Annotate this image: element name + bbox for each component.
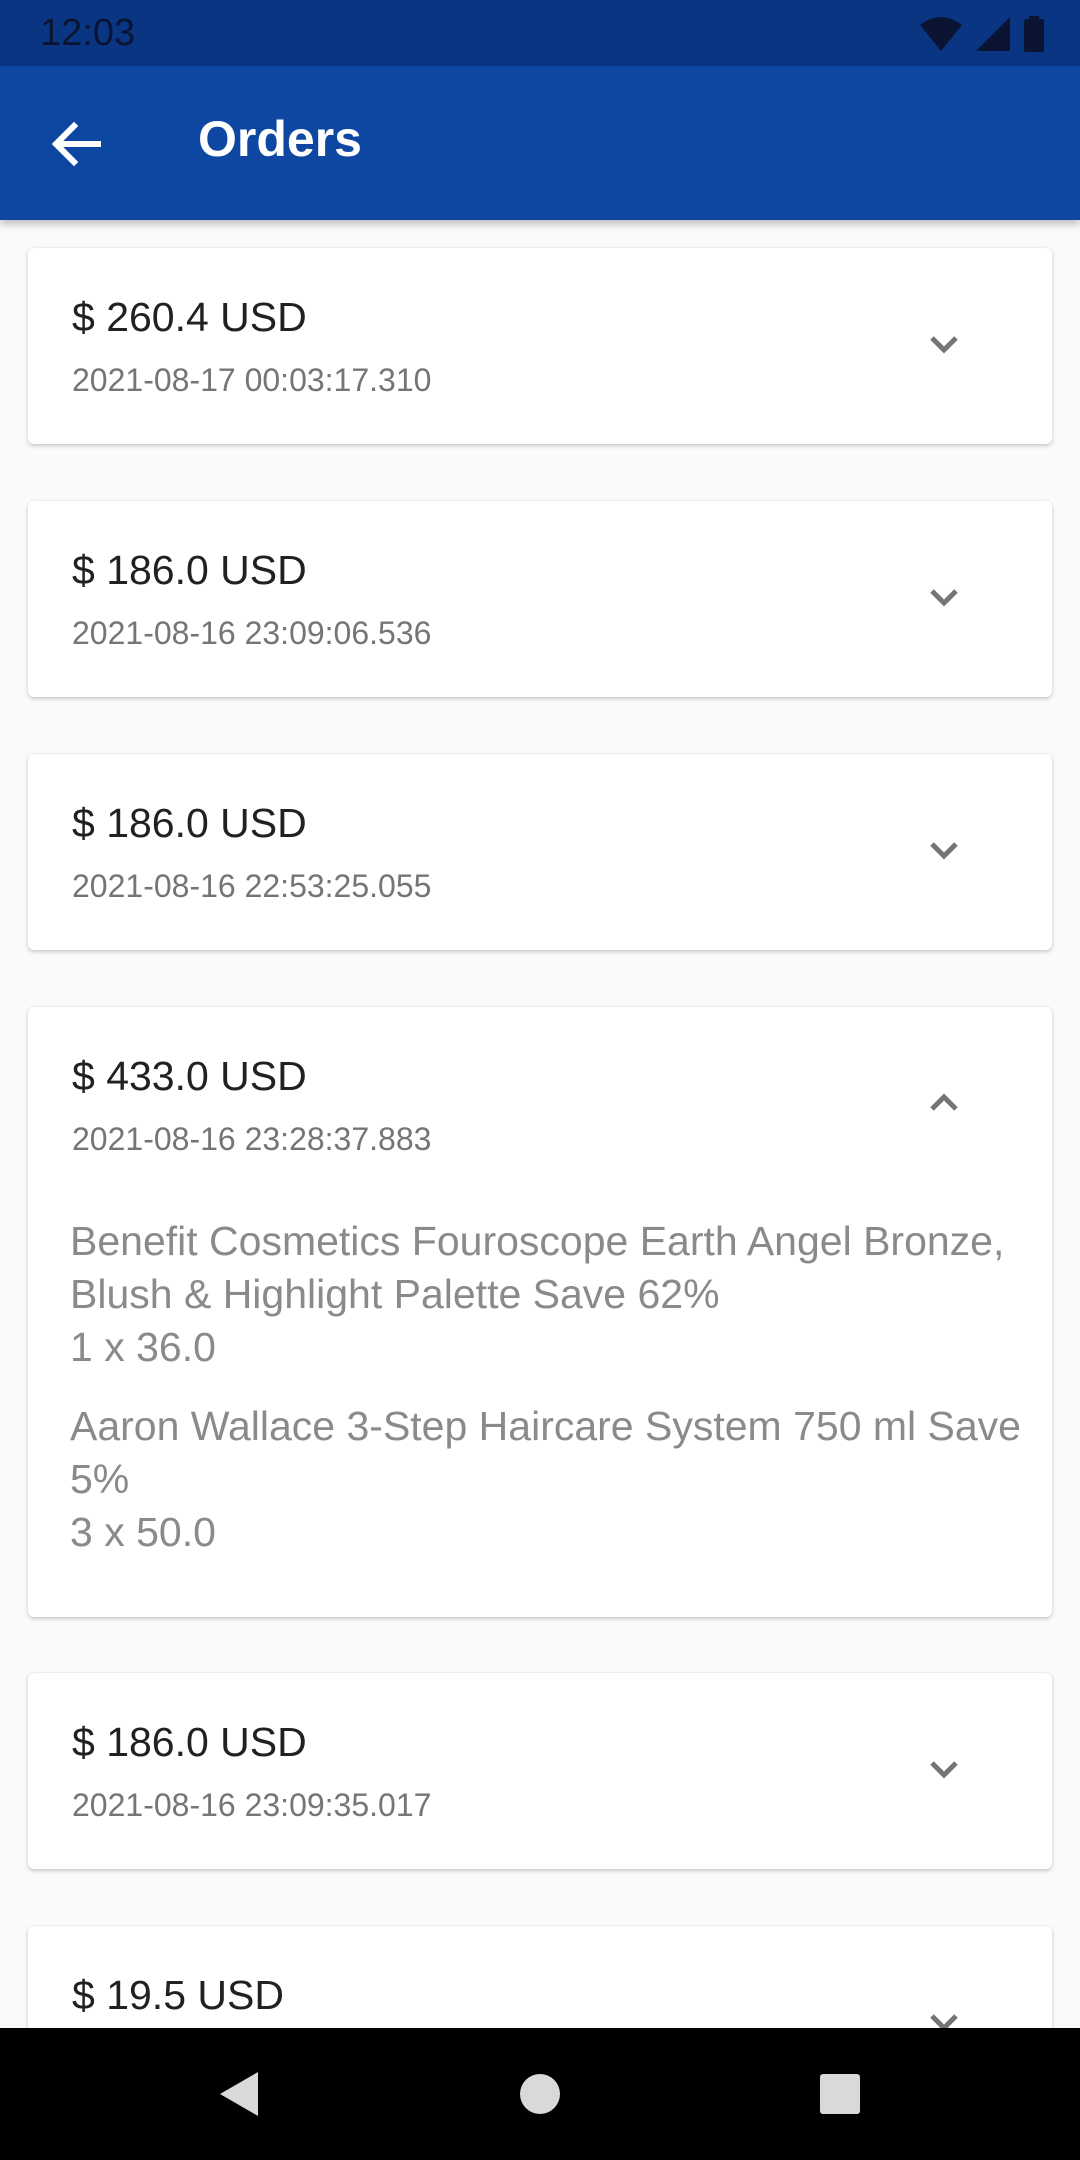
order-item: Benefit Cosmetics Fouroscope Earth Angel… <box>70 1215 1030 1374</box>
order-items[interactable]: Benefit Cosmetics Fouroscope Earth Angel… <box>70 1215 1030 1585</box>
status-icons <box>920 14 1044 54</box>
order-card[interactable]: $ 19.5 USD <box>28 1926 1052 2028</box>
order-date: 2021-08-16 23:09:35.017 <box>72 1787 432 1823</box>
order-date: 2021-08-16 23:09:06.536 <box>72 615 432 651</box>
chevron-down-icon[interactable] <box>920 320 968 368</box>
chevron-down-icon[interactable] <box>920 1998 968 2028</box>
orders-list[interactable]: $ 260.4 USD 2021-08-17 00:03:17.310 $ 18… <box>0 220 1080 2028</box>
system-nav-bar <box>0 2028 1080 2160</box>
chevron-down-icon[interactable] <box>920 1745 968 1793</box>
status-time: 12:03 <box>40 12 136 54</box>
order-card[interactable]: $ 186.0 USD 2021-08-16 23:09:35.017 <box>28 1673 1052 1869</box>
chevron-up-icon[interactable] <box>920 1079 968 1127</box>
status-bar: 12:03 <box>0 0 1080 66</box>
order-date: 2021-08-16 22:53:25.055 <box>72 868 432 904</box>
order-price: $ 186.0 USD <box>72 800 307 846</box>
wifi-icon <box>920 17 962 51</box>
order-price: $ 186.0 USD <box>72 547 307 593</box>
item-name: Benefit Cosmetics Fouroscope Earth Angel… <box>70 1218 1005 1317</box>
order-date: 2021-08-17 00:03:17.310 <box>72 362 432 398</box>
order-date: 2021-08-16 23:28:37.883 <box>72 1121 432 1157</box>
order-card-expanded[interactable]: $ 433.0 USD 2021-08-16 23:28:37.883 Bene… <box>28 1007 1052 1617</box>
item-quantity: 1 x 36.0 <box>70 1324 216 1370</box>
arrow-back-icon[interactable] <box>46 114 106 174</box>
order-price: $ 186.0 USD <box>72 1719 307 1765</box>
order-card[interactable]: $ 186.0 USD 2021-08-16 23:09:06.536 <box>28 501 1052 697</box>
chevron-down-icon[interactable] <box>920 573 968 621</box>
nav-home-icon[interactable] <box>510 2064 570 2124</box>
order-price: $ 433.0 USD <box>72 1053 307 1099</box>
order-price: $ 19.5 USD <box>72 1972 284 2018</box>
order-card[interactable]: $ 260.4 USD 2021-08-17 00:03:17.310 <box>28 248 1052 444</box>
item-quantity: 3 x 50.0 <box>70 1509 216 1555</box>
battery-icon <box>1024 16 1044 52</box>
page-title: Orders <box>198 111 362 167</box>
order-card[interactable]: $ 186.0 USD 2021-08-16 22:53:25.055 <box>28 754 1052 950</box>
item-name: Aaron Wallace 3-Step Haircare System 750… <box>70 1403 1021 1502</box>
app-bar: Orders <box>0 66 1080 220</box>
nav-recents-icon[interactable] <box>810 2064 870 2124</box>
signal-icon <box>976 17 1010 51</box>
order-price: $ 260.4 USD <box>72 294 307 340</box>
chevron-down-icon[interactable] <box>920 826 968 874</box>
order-item: Aaron Wallace 3-Step Haircare System 750… <box>70 1400 1030 1559</box>
nav-back-icon[interactable] <box>210 2064 270 2124</box>
